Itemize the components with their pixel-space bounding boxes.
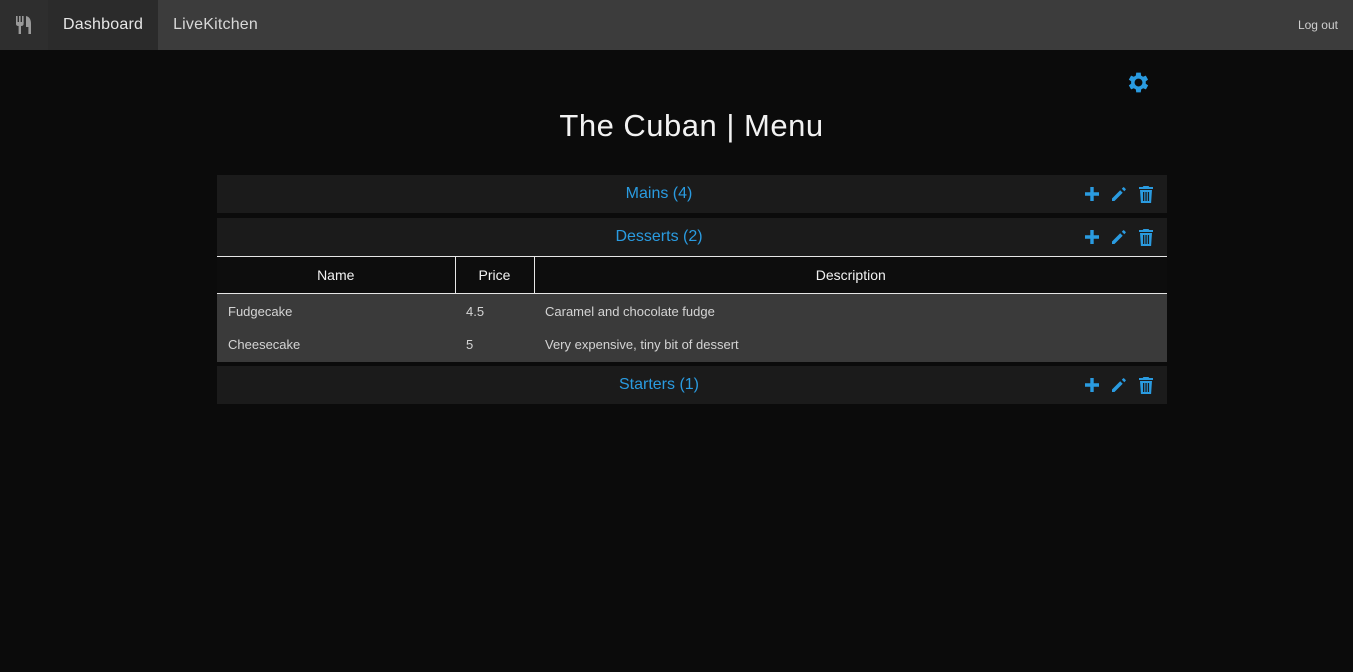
cell-description: Caramel and chocolate fudge [545, 304, 715, 320]
plus-icon [1085, 187, 1099, 201]
cell-name: Fudgecake [228, 304, 293, 320]
column-header-name[interactable]: Name [217, 256, 455, 294]
edit-section-button[interactable] [1110, 376, 1128, 394]
page-title: The Cuban | Menu [559, 108, 824, 143]
cell-price: 5 [466, 337, 474, 352]
logout-link[interactable]: Log out [1298, 0, 1353, 50]
pencil-icon [1112, 378, 1126, 392]
table-row[interactable]: Cheesecake 5 Very expensive, tiny bit of… [217, 328, 1167, 362]
trash-icon [1139, 185, 1153, 203]
trash-icon [1139, 376, 1153, 394]
delete-section-button[interactable] [1137, 185, 1155, 203]
delete-section-button[interactable] [1137, 228, 1155, 246]
cell-price: 4.5 [466, 304, 485, 320]
edit-section-button[interactable] [1110, 185, 1128, 203]
add-item-button[interactable] [1083, 185, 1101, 203]
section-title-starters[interactable]: Starters (1) [619, 376, 699, 394]
section-actions [1083, 218, 1155, 256]
section-desserts: Desserts (2) Name Price Description Fudg… [217, 218, 1167, 362]
nav-dashboard[interactable]: Dashboard [48, 0, 159, 50]
pencil-icon [1112, 187, 1126, 201]
section-header: Desserts (2) [217, 218, 1167, 256]
gear-icon [1128, 72, 1149, 93]
settings-button[interactable] [1125, 69, 1152, 96]
cell-name: Cheesecake [228, 337, 301, 352]
menu-items-table: Name Price Description Fudgecake 4.5 Car… [217, 256, 1167, 362]
cell-description: Very expensive, tiny bit of dessert [545, 337, 739, 352]
trash-icon [1139, 228, 1153, 246]
brand-logo[interactable] [0, 0, 48, 50]
nav-livekitchen[interactable]: LiveKitchen [158, 0, 273, 50]
section-title-mains[interactable]: Mains (4) [626, 185, 693, 203]
add-item-button[interactable] [1083, 376, 1101, 394]
section-mains: Mains (4) [217, 175, 1167, 213]
section-starters: Starters (1) [217, 366, 1167, 404]
fork-knife-icon [16, 16, 31, 34]
delete-section-button[interactable] [1137, 376, 1155, 394]
section-header: Mains (4) [217, 175, 1167, 213]
edit-section-button[interactable] [1110, 228, 1128, 246]
plus-icon [1085, 378, 1099, 392]
column-header-description[interactable]: Description [533, 256, 1167, 294]
section-actions [1083, 366, 1155, 404]
table-row[interactable]: Fudgecake 4.5 Caramel and chocolate fudg… [217, 294, 1167, 328]
add-item-button[interactable] [1083, 228, 1101, 246]
top-navbar: Dashboard LiveKitchen Log out [0, 0, 1353, 50]
section-title-desserts[interactable]: Desserts (2) [615, 228, 702, 246]
section-actions [1083, 175, 1155, 213]
plus-icon [1085, 230, 1099, 244]
pencil-icon [1112, 230, 1126, 244]
section-header: Starters (1) [217, 366, 1167, 404]
column-header-price[interactable]: Price [454, 256, 534, 294]
